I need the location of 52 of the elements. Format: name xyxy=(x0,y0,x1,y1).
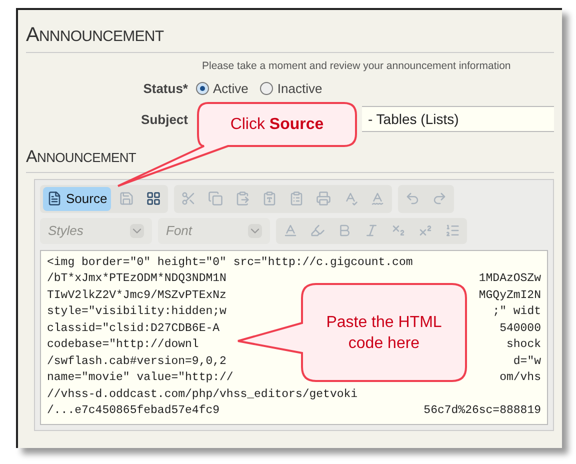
subject-field[interactable]: - Tables (Lists) xyxy=(362,106,554,132)
superscript-icon xyxy=(418,223,433,238)
paste-icon xyxy=(235,191,250,206)
cut-icon xyxy=(181,191,196,206)
redo-icon xyxy=(432,191,448,206)
spellcheck-icon xyxy=(370,191,386,206)
radio-option[interactable]: Active xyxy=(196,78,248,98)
code-line: MGQyZmI2N xyxy=(478,288,541,304)
clipboard-icon xyxy=(262,191,278,206)
code-line: <img border="0" height="0" src="http://c.gigcount.com xyxy=(47,254,413,271)
dropdown-placeholder: Font xyxy=(166,222,192,240)
status-label: Status* xyxy=(142,80,189,98)
caret-icon xyxy=(130,224,144,238)
caret-icon xyxy=(248,224,262,238)
callout-text: Paste the HTML code here xyxy=(325,312,443,354)
print-icon xyxy=(316,191,332,206)
radio-option[interactable]: Inactive xyxy=(260,78,322,98)
code-line: 1MDAzOSZw xyxy=(478,271,541,288)
section-heading: ANNNOUNCEMENT xyxy=(26,20,554,53)
subject-label: Subject xyxy=(140,110,189,129)
document-icon xyxy=(47,191,62,206)
code-line: /swflash.cab#version=9,0,2 xyxy=(47,354,226,370)
callout-text: Click Source xyxy=(230,114,324,134)
code-line: TIwV2lkZ2V*Jmc9/MSZvPTExNz xyxy=(47,288,226,304)
code-line: ;" widt xyxy=(492,304,541,320)
code-line: codebase="http://downl xyxy=(47,337,199,354)
spellcheck-icon xyxy=(343,191,358,206)
source-button[interactable]: Source xyxy=(43,186,112,211)
copy-icon xyxy=(208,191,224,206)
code-line: name="movie" value="http:// xyxy=(47,370,234,386)
clipboard-icon xyxy=(289,191,304,206)
italic-icon xyxy=(364,223,379,238)
numbered-list-icon xyxy=(445,223,460,238)
highlighter-icon xyxy=(310,223,325,238)
code-line: d="w xyxy=(513,354,541,370)
grid-icon xyxy=(146,191,162,206)
code-line: om/vhs xyxy=(500,370,541,386)
code-line: /...e7c450865febad57e4fc9 xyxy=(47,403,220,420)
code-line: 540000 xyxy=(500,320,541,337)
undo-icon xyxy=(405,191,420,206)
code-line: /bT*xJmx*PTEzODM*NDQ3NDM1N xyxy=(47,271,226,288)
code-line: 56c7d%26sc=888819 xyxy=(424,403,541,420)
text-color-icon xyxy=(283,223,298,238)
code-line: //vhss-d.oddcast.com/php/vhss_editors/getvoki xyxy=(47,386,358,403)
dropdown-placeholder: Styles xyxy=(48,222,84,240)
intro-text: Please take a moment and review your announcement information xyxy=(202,59,512,74)
code-line: classid="clsid:D27CDB6E-A xyxy=(47,320,220,337)
code-line: style="visibility:hidden;w xyxy=(47,304,226,320)
save-icon xyxy=(119,191,134,206)
bold-icon xyxy=(337,223,352,238)
subscript-icon xyxy=(391,223,406,238)
code-line: shock xyxy=(506,337,541,354)
